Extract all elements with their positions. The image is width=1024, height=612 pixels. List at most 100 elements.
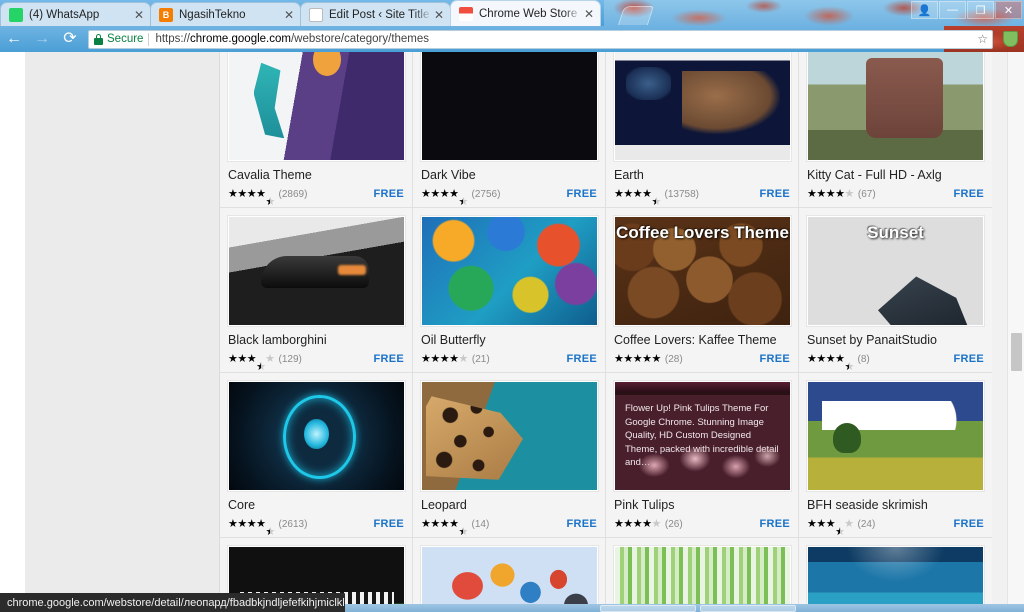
theme-meta-row: ★★★★★ (26) FREE [614, 517, 790, 531]
theme-card[interactable]: Air Balloons★★★★★★(19)FREE [413, 538, 606, 612]
new-tab-button[interactable] [617, 6, 655, 25]
rating-stars: ★★★★★★ [421, 187, 468, 208]
theme-meta-row: ★★★★★★(2869) FREE [228, 187, 404, 207]
browser-tab-3[interactable]: W Edit Post ‹ Site Title — W✕ [300, 2, 451, 26]
theme-thumbnail[interactable] [421, 546, 598, 612]
taskbar-item[interactable] [700, 605, 796, 612]
theme-thumbnail[interactable] [228, 381, 405, 491]
theme-card[interactable]: BFH seaside skrimish ★★★★★★(24) FREE [799, 373, 992, 538]
address-bar[interactable]: Secure https://chrome.google.com/webstor… [88, 29, 993, 49]
theme-card[interactable]: Green Stripe★★★★★★(18)FREE [606, 538, 799, 612]
thumbnail-overlay-text: Coffee Lovers Theme [616, 223, 789, 242]
page-scrollbar[interactable] [1007, 52, 1024, 612]
theme-thumbnail[interactable]: Coffee Lovers Theme [614, 216, 791, 326]
theme-thumbnail[interactable] [421, 52, 598, 161]
back-icon[interactable]: ← [0, 26, 28, 52]
browser-toolbar: ← → ⟳ Secure https://chrome.google.com/w… [0, 26, 1024, 52]
theme-title[interactable]: Core [228, 498, 404, 513]
browser-tab-2[interactable]: B NgasihTekno ✕ [150, 2, 301, 26]
theme-thumbnail[interactable] [614, 546, 791, 612]
rating-stars: ★★★★★★ [807, 517, 854, 538]
theme-title[interactable]: Dark Vibe [421, 168, 597, 183]
account-icon[interactable]: 👤 [911, 1, 938, 19]
status-bubble-text: chrome.google.com/webstore/detail/леопар… [7, 596, 345, 609]
taskbar-item[interactable] [600, 605, 696, 612]
status-bubble: chrome.google.com/webstore/detail/леопар… [0, 593, 345, 612]
theme-thumbnail[interactable] [807, 381, 984, 491]
reload-icon[interactable]: ⟳ [56, 26, 84, 52]
browser-tab-4[interactable]: Chrome Web Store - The✕ [450, 0, 601, 26]
close-tab-icon[interactable]: ✕ [582, 8, 596, 20]
theme-thumbnail[interactable]: Flower Up! Pink Tulips Theme For Google … [614, 381, 791, 491]
bookmark-star-icon[interactable]: ☆ [974, 32, 988, 46]
theme-row: Black lamborghini ★★★★★★(129) FREE Oil Butt… [220, 208, 992, 373]
rating-stars: ★★★★★ [614, 352, 661, 365]
thumbnail-description-text: Flower Up! Pink Tulips Theme For Google … [625, 403, 779, 468]
theme-title[interactable]: Kitty Cat - Full HD - Axlg [807, 168, 984, 183]
theme-card[interactable]: Kitty Cat - Full HD - Axlg ★★★★★ (67) FREE [799, 52, 992, 208]
theme-card[interactable]: Core ★★★★★★(2613) FREE [220, 373, 413, 538]
theme-card[interactable]: Earth ★★★★★★(13758) FREE [606, 52, 799, 208]
theme-title[interactable]: Sunset by PanaitStudio [807, 333, 984, 348]
rating-stars: ★★★★★★ [228, 517, 275, 538]
close-tab-icon[interactable]: ✕ [132, 9, 146, 21]
theme-thumbnail[interactable] [807, 546, 984, 612]
theme-title[interactable]: Coffee Lovers: Kaffee Theme [614, 333, 790, 348]
theme-card[interactable]: Black lamborghini ★★★★★★(129) FREE [220, 208, 413, 373]
theme-meta-row: ★★★★★ (67) FREE [807, 187, 984, 201]
theme-title[interactable]: Leopard [421, 498, 597, 513]
theme-card[interactable]: Coffee Lovers Theme Coffee Lovers: Kaffee… [606, 208, 799, 373]
theme-thumbnail[interactable]: Sunset [807, 216, 984, 326]
theme-card[interactable]: Sunset Sunset by PanaitStudio ★★★★★★(8) FRE… [799, 208, 992, 373]
theme-card[interactable]: Leopard ★★★★★★(14) FREE [413, 373, 606, 538]
page-scrollbar-thumb[interactable] [1011, 333, 1022, 371]
theme-card[interactable]: Oil Butterfly ★★★★★ (21) FREE [413, 208, 606, 373]
thumbnail-overlay-text: Sunset [867, 223, 924, 242]
rating-count: (129) [278, 353, 302, 365]
browser-tab-1[interactable]: (4) WhatsApp ✕ [0, 2, 151, 26]
price-label: FREE [566, 188, 597, 200]
theme-title[interactable]: Pink Tulips [614, 498, 790, 513]
secure-label: Secure [107, 33, 144, 45]
extension-icon[interactable] [1003, 31, 1018, 47]
theme-title[interactable]: Cavalia Theme [228, 168, 404, 183]
restore-button[interactable]: ❐ [967, 1, 994, 19]
theme-thumbnail[interactable] [228, 52, 405, 161]
theme-title[interactable]: Oil Butterfly [421, 333, 597, 348]
rating-count: (26) [664, 518, 683, 530]
rating-count: (2613) [278, 518, 308, 530]
tab-title: NgasihTekno [179, 8, 246, 21]
close-tab-icon[interactable]: ✕ [432, 9, 446, 21]
rating-count: (8) [857, 353, 870, 365]
theme-thumbnail[interactable] [421, 381, 598, 491]
rating-stars: ★★★★★ [807, 187, 854, 200]
rating-count: (24) [857, 518, 876, 530]
theme-card[interactable]: Dark Vibe ★★★★★★(2756) FREE [413, 52, 606, 208]
theme-thumbnail[interactable] [421, 216, 598, 326]
browser-titlebar: (4) WhatsApp ✕ B NgasihTekno ✕ W Edit Post ‹ S… [0, 0, 1024, 26]
theme-row: Cavalia Theme★★★★★★(2869)FREEDark Vibe★★… [220, 52, 992, 208]
lock-icon [94, 33, 103, 45]
rating-count: (2869) [278, 188, 308, 200]
theme-meta-row: ★★★★★★(24) FREE [807, 517, 984, 538]
theme-thumbnail[interactable] [614, 52, 791, 161]
close-tab-icon[interactable]: ✕ [282, 9, 296, 21]
theme-card[interactable]: Flower Up! Pink Tulips Theme For Google … [606, 373, 799, 538]
rating-stars: ★★★★★★ [228, 352, 275, 373]
close-window-button[interactable]: ✕ [995, 1, 1022, 19]
minimize-button[interactable]: — [939, 1, 966, 19]
theme-card[interactable]: Ocean Water★★★★★(33)FREE [799, 538, 992, 612]
theme-title[interactable]: Earth [614, 168, 790, 183]
theme-thumbnail[interactable] [807, 52, 984, 161]
tab-title: (4) WhatsApp [29, 8, 100, 21]
forward-icon[interactable]: → [28, 26, 56, 52]
theme-meta-row: ★★★★★★(8) FREE [807, 352, 984, 372]
theme-grid: Cavalia Theme★★★★★★(2869)FREEDark Vibe★★… [220, 52, 992, 612]
theme-title[interactable]: Black lamborghini [228, 333, 404, 348]
theme-row: Core★★★★★★(2613)FREELeopard★★★★★★(14)FRE… [220, 373, 992, 538]
price-label: FREE [759, 353, 790, 365]
page-viewport: Cavalia Theme★★★★★★(2869)FREEDark Vibe★★… [0, 52, 1024, 612]
theme-thumbnail[interactable] [228, 216, 405, 326]
theme-card[interactable]: Cavalia Theme ★★★★★★(2869) FREE [220, 52, 413, 208]
theme-title[interactable]: BFH seaside skrimish [807, 498, 984, 513]
